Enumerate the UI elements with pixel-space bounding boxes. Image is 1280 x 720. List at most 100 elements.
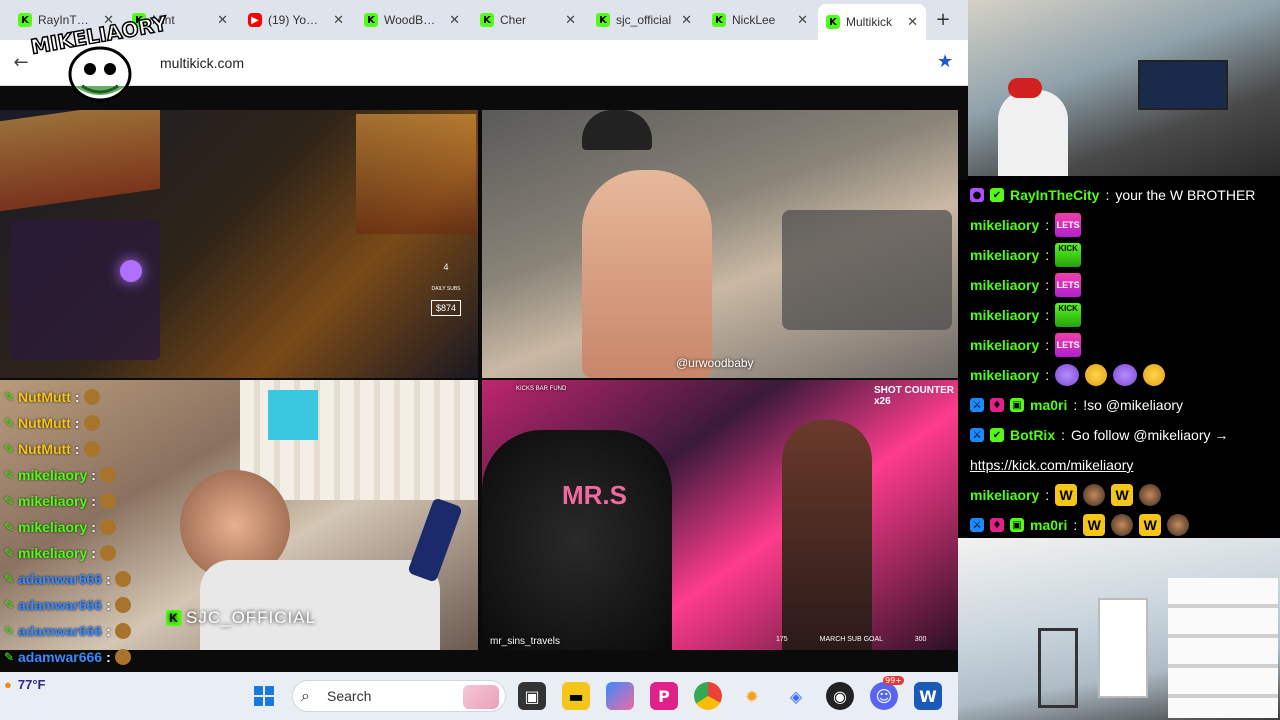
emote-lets-icon: LETS [1055, 213, 1082, 237]
browser-tab[interactable]: ▶ (19) YouTube ✕ [240, 6, 352, 34]
emote-icon [83, 415, 100, 431]
emote-guy-icon [1111, 514, 1134, 536]
kick-icon: K [480, 13, 494, 27]
phone [407, 497, 463, 583]
separator: : [1045, 307, 1050, 323]
overlay-chat-row: ✎adamwar666: [4, 592, 244, 618]
search-highlight-icon [463, 685, 499, 709]
gamer-icon: ♦ [990, 518, 1004, 532]
emote-icon [83, 389, 100, 405]
chat-username[interactable]: RayInTheCity [1010, 187, 1099, 203]
new-tab-button[interactable]: + [933, 10, 953, 30]
channel-logo: MIKELIAORY [30, 14, 170, 102]
copilot-icon[interactable] [606, 682, 634, 710]
obs-icon[interactable]: ◉ [826, 682, 854, 710]
bookmark-star-icon[interactable]: ★ [937, 51, 953, 72]
overlay-chat: ✎ NutMutt: ✎ NutMutt: ✎ NutMutt: ✎ mikeliaory: ✎… [4, 384, 244, 696]
browser-tab[interactable]: K Multikick ✕ [818, 4, 926, 40]
search-icon: ⌕ [301, 686, 310, 705]
cap-logo: MR.S [562, 480, 627, 510]
separator: : [91, 467, 96, 483]
overlay-chat-user: NutMutt [18, 389, 71, 405]
emote-guy-icon [1083, 484, 1106, 506]
emote-icon [99, 545, 116, 561]
stream-tile-2[interactable] [482, 110, 958, 378]
chat-message: mikeliaory: LETS [970, 270, 1280, 300]
browser-tab[interactable]: K Cher ✕ [472, 6, 584, 34]
chat-message: mikeliaory: KICK [970, 300, 1280, 330]
pencil-icon: ✎ [4, 650, 15, 664]
overlay-chat-row: ✎ NutMutt: [4, 384, 244, 410]
picsart-icon[interactable]: P [650, 682, 678, 710]
separator: : [91, 519, 96, 535]
stream-tile-4[interactable]: MR.S [482, 380, 958, 650]
close-tab-icon[interactable]: ✕ [907, 15, 918, 30]
browser-tab[interactable]: Ksjc_official ✕ [588, 6, 700, 34]
chrome-icon[interactable] [694, 682, 722, 710]
stream-tile-1[interactable] [0, 110, 478, 378]
taskbar-search[interactable]: ⌕ Search [292, 680, 506, 712]
youtube-icon: ▶ [248, 13, 262, 27]
address-bar[interactable]: multikick.com ★ [44, 47, 964, 79]
address-url: multikick.com [160, 55, 245, 71]
emote-icon [99, 467, 116, 483]
pencil-icon: ✎ [4, 572, 15, 586]
sun-app-icon[interactable]: ✹ [738, 682, 766, 710]
overlay-chat-user: mikeliaory [18, 519, 88, 535]
emote-icon [114, 597, 131, 613]
desk-setup [10, 220, 160, 360]
multikick-icon: K [826, 15, 840, 29]
start-button[interactable] [250, 682, 278, 710]
chat-link[interactable]: https://kick.com/mikeliaory [970, 457, 1133, 473]
person-cap [482, 430, 672, 650]
window-light [356, 114, 476, 234]
pencil-icon: ✎ [4, 390, 15, 404]
windows-icon [254, 686, 274, 706]
chat-username[interactable]: ma0ri [1030, 397, 1067, 413]
person-back [998, 90, 1068, 176]
sub-goal-bar: 175 MARCH SUB GOAL 300 [776, 636, 926, 643]
chat-username[interactable]: mikeliaory [970, 367, 1039, 383]
browser-tab[interactable]: K NickLee ✕ [704, 6, 816, 34]
dashboard [782, 210, 952, 330]
chat-username[interactable]: mikeliaory [970, 307, 1039, 323]
close-tab-icon[interactable]: ✕ [449, 13, 460, 28]
back-button[interactable]: ← [10, 52, 32, 74]
chat-username[interactable]: mikeliaory [970, 487, 1039, 503]
tab-title: Cher [500, 13, 527, 27]
emote-lets-icon: LETS [1055, 273, 1082, 297]
mic-icon: ● [970, 188, 984, 202]
emote-cat-icon [1143, 364, 1166, 386]
close-tab-icon[interactable]: ✕ [333, 13, 344, 28]
kick-icon: K [364, 13, 378, 27]
close-tab-icon[interactable]: ✕ [565, 13, 576, 28]
chat-username[interactable]: mikeliaory [970, 247, 1039, 263]
vpn-icon[interactable]: ◈ [782, 682, 810, 710]
mod-icon: ⚔ [970, 518, 984, 532]
screen: KRayInTheCity✕KMint✕▶(19) YouTube✕KWoodB… [0, 0, 1280, 720]
discord-icon[interactable]: ☺ 99+ [870, 676, 904, 710]
gift-icon: ▣ [1010, 398, 1024, 412]
chat-username[interactable]: mikeliaory [970, 277, 1039, 293]
task-view-icon[interactable]: ▣ [518, 682, 546, 710]
monitor-sunset [0, 110, 160, 212]
close-tab-icon[interactable]: ✕ [681, 13, 692, 28]
file-explorer-icon[interactable]: ▬ [562, 682, 590, 710]
chat-username[interactable]: BotRix [1010, 427, 1055, 443]
separator: : [1073, 397, 1078, 413]
word-icon[interactable]: W [914, 682, 942, 710]
close-tab-icon[interactable]: ✕ [797, 13, 808, 28]
emote-icon [114, 623, 131, 639]
chat-username[interactable]: mikeliaory [970, 217, 1039, 233]
close-tab-icon[interactable]: ✕ [217, 13, 228, 28]
emote-guy-icon [1139, 484, 1162, 506]
browser-tab[interactable]: K WoodBaby ✕ [356, 6, 468, 34]
separator: : [1045, 217, 1050, 233]
overlay-chat-row: ✎ mikeliaory: [4, 462, 244, 488]
person-figure [582, 170, 712, 378]
stream1-counter: 4 [443, 262, 449, 272]
weather-temp: 77°F [17, 677, 46, 692]
chat-username[interactable]: ma0ri [1030, 517, 1067, 533]
weather-widget[interactable]: ● 77°F [4, 674, 124, 696]
chat-username[interactable]: mikeliaory [970, 337, 1039, 353]
